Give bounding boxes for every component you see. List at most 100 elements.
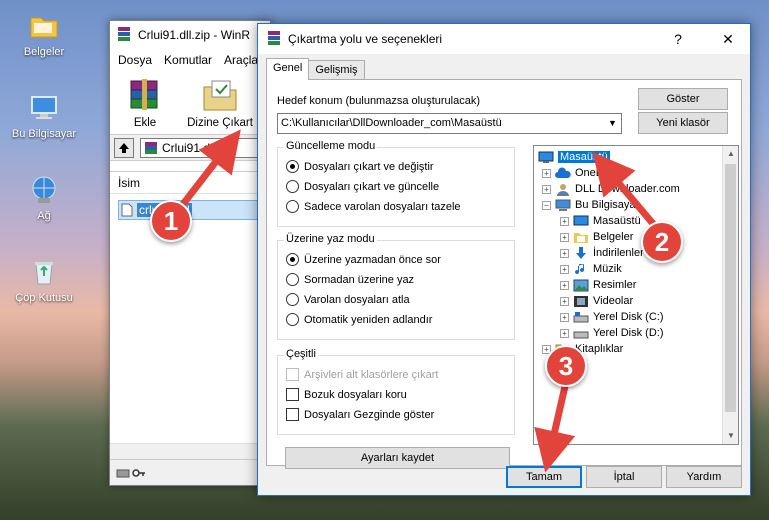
radio-label: Varolan dosyaları atla [304, 293, 410, 306]
tree-item-drive-d[interactable]: + Yerel Disk (D:) [560, 325, 664, 341]
menu-file[interactable]: Dosya [118, 53, 152, 67]
radio-extract-replace[interactable]: Dosyaları çıkart ve değiştir [286, 160, 434, 173]
expand-icon[interactable]: + [560, 216, 569, 226]
desktop-icon-network[interactable]: Ağ [4, 174, 84, 222]
expand-icon[interactable]: + [560, 296, 569, 306]
desktop-icon-recycle-bin[interactable]: Çöp Kutusu [4, 256, 84, 304]
winrar-window: Crlui91.dll.zip - WinR Dosya Komutlar Ar… [109, 20, 271, 486]
expand-icon[interactable]: + [560, 280, 569, 290]
radio-button[interactable] [286, 200, 299, 213]
radio-button[interactable] [286, 313, 299, 326]
overwrite-mode-group: Üzerine yaz modu Üzerine yazmadan önce s… [277, 233, 515, 340]
download-icon [573, 246, 589, 260]
save-settings-button[interactable]: Ayarları kaydet [285, 447, 510, 469]
radio-extract-update[interactable]: Dosyaları çıkart ve güncelle [286, 180, 439, 193]
help-button[interactable]: Yardım [666, 466, 742, 488]
tree-item-label: Yerel Disk (C:) [593, 311, 664, 323]
destination-path-combo[interactable]: C:\Kullanıcılar\DllDownloader_com\Masaüs… [277, 113, 622, 134]
tree-item-label: Müzik [593, 263, 622, 275]
tree-item-drive-c[interactable]: + Yerel Disk (C:) [560, 309, 664, 325]
cancel-button[interactable]: İptal [586, 466, 662, 488]
chevron-down-icon[interactable]: ▼ [604, 114, 621, 133]
archive-icon [145, 141, 157, 154]
tree-item-music[interactable]: + Müzik [560, 261, 622, 277]
dialog-titlebar: Çıkartma yolu ve seçenekleri ? ✕ [258, 24, 750, 54]
desktop-icon-label: Belgeler [23, 46, 65, 58]
radio-button[interactable] [286, 293, 299, 306]
tree-item-label: OneDrive [575, 167, 622, 179]
tree-item-pc-desktop[interactable]: + Masaüstü [560, 213, 641, 229]
expand-icon[interactable]: + [560, 264, 569, 274]
radio-button[interactable] [286, 160, 299, 173]
radio-button[interactable] [286, 180, 299, 193]
extract-to-button[interactable]: Dizine Çıkart [184, 77, 256, 134]
show-button[interactable]: Göster [638, 88, 728, 110]
expand-icon[interactable]: + [542, 168, 551, 178]
expand-icon[interactable]: + [560, 248, 569, 258]
archive-add-icon [125, 77, 165, 113]
tree-item-desktop[interactable]: Masaüstü [538, 149, 610, 165]
menu-tools[interactable]: Araçla [224, 53, 258, 67]
column-header-name[interactable]: İsim [110, 172, 270, 194]
horizontal-scrollbar[interactable] [110, 443, 270, 459]
radio-label: Üzerine yazmadan önce sor [304, 253, 441, 266]
checkbox-keep-broken-files[interactable]: Bozuk dosyaları koru [286, 388, 407, 401]
scroll-down-icon[interactable]: ▼ [723, 428, 738, 444]
expand-icon[interactable]: + [542, 184, 551, 194]
radio-button[interactable] [286, 253, 299, 266]
update-mode-title: Güncelleme modu [284, 140, 378, 152]
winrar-toolbar: Ekle Dizine Çıkart [110, 71, 270, 135]
close-button[interactable]: ✕ [706, 24, 750, 54]
tree-item-downloads[interactable]: + İndirilenler [560, 245, 644, 261]
help-title-button[interactable]: ? [656, 24, 700, 54]
desktop-icon-documents[interactable]: Belgeler [4, 10, 84, 58]
checkbox[interactable] [286, 388, 299, 401]
tab-advanced[interactable]: Gelişmiş [308, 60, 365, 80]
up-folder-button[interactable] [114, 137, 134, 158]
radio-skip-existing[interactable]: Varolan dosyaları atla [286, 293, 410, 306]
tree-scrollbar[interactable]: ▲ ▼ [722, 146, 738, 444]
add-button[interactable]: Ekle [114, 77, 176, 134]
archive-path-field[interactable]: Crlui91.dll.za [140, 137, 266, 158]
tree-item-label: Yerel Disk (D:) [593, 327, 664, 339]
radio-label: Dosyaları çıkart ve güncelle [304, 180, 440, 193]
file-row[interactable]: crlui91.dll [118, 200, 268, 220]
expand-icon[interactable]: + [560, 328, 569, 338]
new-folder-button[interactable]: Yeni klasör [638, 112, 728, 134]
desktop-icon-this-pc[interactable]: Bu Bilgisayar [4, 92, 84, 140]
scroll-up-icon[interactable]: ▲ [723, 146, 738, 162]
tree-item-documents[interactable]: + Belgeler [560, 229, 633, 245]
tree-item-videos[interactable]: + Videolar [560, 293, 633, 309]
radio-overwrite-without-prompt[interactable]: Sormadan üzerine yaz [286, 273, 414, 286]
radio-label: Otomatik yeniden adlandır [304, 313, 433, 326]
radio-button[interactable] [286, 273, 299, 286]
winrar-statusbar [110, 459, 270, 485]
expand-icon[interactable]: + [560, 312, 569, 322]
scroll-thumb[interactable] [725, 164, 736, 412]
folder-tree[interactable]: Masaüstü + OneDrive + DLL Downloader.com… [533, 145, 739, 445]
radio-fresh-existing[interactable]: Sadece varolan dosyaları tazele [286, 200, 461, 213]
tree-item-label: Resimler [593, 279, 637, 291]
winrar-app-icon [116, 26, 132, 45]
tree-item-pictures[interactable]: + Resimler [560, 277, 636, 293]
tree-item-onedrive[interactable]: + OneDrive [542, 165, 621, 181]
expand-icon[interactable]: + [560, 232, 569, 242]
radio-label: Dosyaları çıkart ve değiştir [304, 160, 434, 173]
overwrite-mode-title: Üzerine yaz modu [284, 233, 377, 245]
destination-path-text: C:\Kullanıcılar\DllDownloader_com\Masaüs… [281, 117, 502, 129]
winrar-titlebar: Crlui91.dll.zip - WinR [110, 21, 270, 49]
tree-item-user[interactable]: + DLL Downloader.com [542, 181, 680, 197]
checkbox-label: Bozuk dosyaları koru [304, 388, 407, 401]
menu-commands[interactable]: Komutlar [164, 53, 212, 67]
collapse-icon[interactable]: − [542, 200, 551, 210]
desktop-icon [573, 215, 589, 228]
checkbox[interactable] [286, 408, 299, 421]
radio-ask-before-overwrite[interactable]: Üzerine yazmadan önce sor [286, 253, 441, 266]
desktop-icon-label: Bu Bilgisayar [11, 128, 77, 140]
checkbox-show-in-explorer[interactable]: Dosyaları Gezginde göster [286, 408, 434, 421]
ok-button[interactable]: Tamam [506, 466, 582, 488]
radio-auto-rename[interactable]: Otomatik yeniden adlandır [286, 313, 432, 326]
tree-item-this-pc[interactable]: − Bu Bilgisayar [542, 197, 639, 213]
tab-general[interactable]: Genel [266, 58, 310, 80]
tree-item-label: İndirilenler [593, 247, 644, 259]
